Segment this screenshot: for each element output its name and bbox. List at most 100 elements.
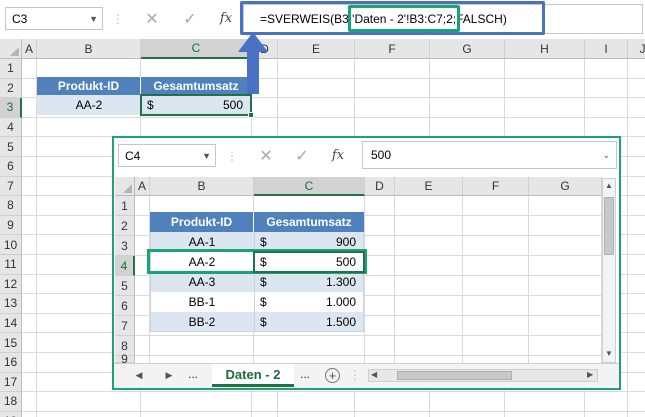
- row-header-2[interactable]: 2: [0, 78, 22, 99]
- inset-row-header-4[interactable]: 4: [115, 256, 135, 276]
- cell-value: 1.300: [325, 275, 356, 289]
- chevron-down-icon[interactable]: ▼: [202, 151, 211, 161]
- scrollbar-thumb[interactable]: [397, 371, 512, 380]
- inset-name-box[interactable]: C4 ▼: [118, 144, 216, 167]
- row-header-7[interactable]: 7: [0, 176, 22, 197]
- gridline: [22, 116, 645, 118]
- row-header-4[interactable]: 4: [0, 117, 22, 138]
- arrow-up-icon: [238, 32, 268, 94]
- inset-column-header-b[interactable]: B: [150, 177, 254, 196]
- cell-value: 1.000: [325, 295, 356, 309]
- inset-row-header-5[interactable]: 5: [115, 276, 135, 296]
- inset-row-header-7[interactable]: 7: [115, 316, 135, 336]
- inset-header-product-id[interactable]: Produkt-ID: [150, 212, 254, 232]
- column-header-a[interactable]: A: [22, 39, 37, 59]
- inset-column-header-c[interactable]: C: [254, 177, 365, 196]
- select-all-corner[interactable]: [0, 39, 22, 59]
- inset-cell-id[interactable]: AA-3: [150, 272, 254, 292]
- row-header-6[interactable]: 6: [0, 157, 22, 177]
- gridline: [528, 196, 529, 363]
- inset-formula-input[interactable]: 500 ⌄: [362, 141, 617, 169]
- scroll-down-icon[interactable]: ▼: [604, 349, 614, 359]
- row-header-10[interactable]: 10: [0, 235, 22, 255]
- header-product-id[interactable]: Produkt-ID: [37, 77, 141, 95]
- inset-cell-sales[interactable]: $ 1.000: [254, 292, 364, 312]
- scrollbar-thumb[interactable]: [604, 197, 614, 255]
- cancel-icon[interactable]: ✕: [254, 144, 278, 167]
- tab-ellipsis-right[interactable]: ...: [300, 367, 310, 381]
- inset-row-header-1[interactable]: 1: [115, 196, 135, 216]
- tab-scroll-right-icon[interactable]: ▶: [160, 366, 178, 384]
- column-header-h[interactable]: H: [505, 39, 585, 59]
- currency-symbol: $: [260, 315, 267, 329]
- tab-split-grip-icon[interactable]: ⋮: [349, 366, 361, 384]
- column-header-g[interactable]: G: [430, 39, 505, 59]
- column-header-c[interactable]: C: [141, 39, 252, 59]
- row-header-15[interactable]: 15: [0, 333, 22, 353]
- scroll-right-icon[interactable]: ▶: [587, 370, 593, 379]
- row-header-12[interactable]: 12: [0, 274, 22, 295]
- add-sheet-icon[interactable]: +: [325, 368, 340, 383]
- inset-cell-id[interactable]: BB-2: [150, 312, 254, 332]
- gridline: [135, 355, 602, 356]
- row-header-8[interactable]: 8: [0, 196, 22, 216]
- inset-cell-sales[interactable]: $ 1.300: [254, 272, 364, 292]
- row-header-17[interactable]: 17: [0, 372, 22, 393]
- inset-row-header-6[interactable]: 6: [115, 296, 135, 316]
- column-header-f[interactable]: F: [355, 39, 430, 59]
- inset-cell-sales[interactable]: $ 1.500: [254, 312, 364, 332]
- cancel-icon[interactable]: ✕: [140, 7, 164, 30]
- formula-bar-grip-icon: ⋮: [112, 11, 124, 26]
- cell-b3[interactable]: AA-2: [37, 95, 141, 115]
- inset-column-header-g[interactable]: G: [529, 177, 602, 196]
- column-header-b[interactable]: B: [37, 39, 141, 59]
- inset-column-header-f[interactable]: F: [463, 177, 529, 196]
- insert-function-icon[interactable]: fx: [214, 7, 238, 30]
- name-box-value: C3: [12, 11, 28, 26]
- row-header-1[interactable]: 1: [0, 59, 22, 79]
- row-header-3[interactable]: 3: [0, 98, 22, 118]
- row-header-14[interactable]: 14: [0, 313, 22, 334]
- inset-column-header-a[interactable]: A: [135, 177, 150, 196]
- row-header-5[interactable]: 5: [0, 137, 22, 157]
- inset-column-header-d[interactable]: D: [365, 177, 395, 196]
- inset-column-header-e[interactable]: E: [395, 177, 463, 196]
- row-header-9[interactable]: 9: [0, 215, 22, 236]
- column-header-j[interactable]: J: [628, 39, 645, 59]
- inset-row-header-2[interactable]: 2: [115, 216, 135, 236]
- fill-handle[interactable]: [248, 112, 254, 118]
- tab-scroll-left-icon[interactable]: ◀: [130, 366, 148, 384]
- name-box[interactable]: C3 ▼: [5, 7, 103, 30]
- gridline: [135, 335, 602, 336]
- inset-row-header-9[interactable]: 9: [115, 352, 135, 366]
- inset-cell-id[interactable]: BB-1: [150, 292, 254, 312]
- expand-formula-icon[interactable]: ⌄: [602, 150, 610, 161]
- row-header-13[interactable]: 13: [0, 294, 22, 314]
- insert-function-icon[interactable]: fx: [326, 144, 350, 167]
- horizontal-scrollbar[interactable]: ◀ ▶: [368, 369, 598, 382]
- column-header-i[interactable]: I: [585, 39, 628, 59]
- chevron-down-icon[interactable]: ▼: [89, 14, 98, 24]
- scroll-left-icon[interactable]: ◀: [371, 370, 377, 379]
- row-header-16[interactable]: 16: [0, 353, 22, 373]
- inset-table-divider: [254, 232, 255, 332]
- inset-row-header-3[interactable]: 3: [115, 236, 135, 256]
- column-header-e[interactable]: E: [278, 39, 355, 59]
- active-cell-border: [140, 94, 252, 116]
- inset-header-total-sales[interactable]: Gesamtumsatz: [254, 212, 364, 232]
- scroll-up-icon[interactable]: ▲: [604, 181, 614, 191]
- confirm-icon[interactable]: ✓: [178, 7, 202, 30]
- vertical-scrollbar[interactable]: ▲ ▼: [602, 178, 616, 363]
- header-total-sales[interactable]: Gesamtumsatz: [141, 77, 251, 95]
- currency-symbol: $: [260, 275, 267, 289]
- row-header-18[interactable]: 18: [0, 392, 22, 412]
- currency-symbol: $: [260, 235, 267, 249]
- cell-value: 1.500: [325, 315, 356, 329]
- tab-ellipsis-left[interactable]: ...: [188, 367, 198, 381]
- row-header-19[interactable]: 19: [0, 411, 22, 417]
- confirm-icon[interactable]: ✓: [290, 144, 314, 167]
- inset-select-all-corner[interactable]: [115, 177, 135, 196]
- row-header-11[interactable]: 11: [0, 255, 22, 275]
- inset-name-box-value: C4: [125, 148, 141, 163]
- sheet-tab-daten-2[interactable]: Daten - 2: [212, 364, 294, 387]
